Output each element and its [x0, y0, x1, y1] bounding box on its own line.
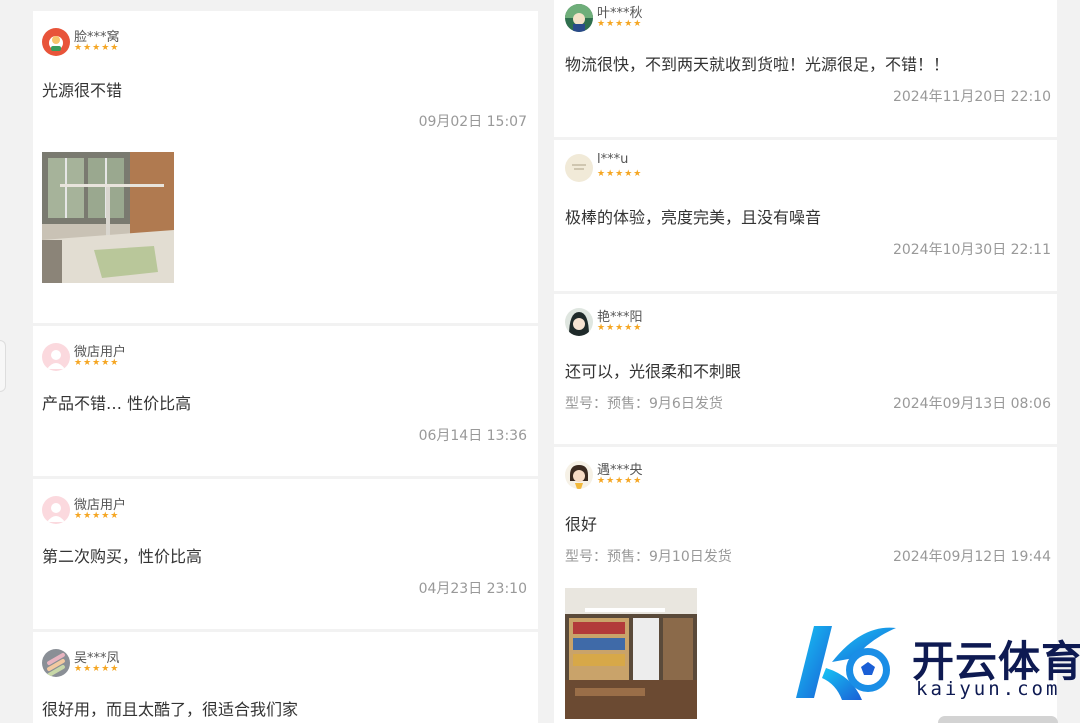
review-time: 09月02日 15:07	[418, 114, 527, 130]
review-list-left: 脸***窝 ★★★★★ 光源很不错 09月02日 15:07 微店用户 ★★★★…	[33, 0, 538, 723]
scroll-indicator	[938, 716, 1058, 723]
review-text: 极棒的体验，亮度完美，且没有噪音	[565, 208, 822, 227]
avatar	[42, 496, 70, 524]
rating-stars: ★★★★★	[597, 169, 643, 179]
avatar	[42, 649, 70, 677]
review-text: 物流很快，不到两天就收到货啦！光源很足，不错！！	[565, 55, 950, 74]
review-text: 很好	[565, 515, 598, 534]
brand-watermark: 开云体育 kaiyun.com	[792, 618, 1080, 708]
review-time: 2024年10月30日 22:11	[892, 242, 1051, 258]
review-time: 04月23日 23:10	[418, 581, 527, 597]
review-list-right: 叶***秋 ★★★★★ 物流很快，不到两天就收到货啦！光源很足，不错！！ 202…	[554, 0, 1057, 723]
review-time: 2024年09月13日 08:06	[892, 396, 1051, 412]
review-photo[interactable]	[42, 152, 174, 283]
review-spec: 型号：预售：9月10日发货	[565, 549, 732, 565]
review-card: 叶***秋 ★★★★★ 物流很快，不到两天就收到货啦！光源很足，不错！！ 202…	[554, 0, 1057, 137]
review-card: l***u ★★★★★ 极棒的体验，亮度完美，且没有噪音 2024年10月30日…	[554, 140, 1057, 291]
review-spec: 型号：预售：9月6日发货	[565, 396, 723, 412]
rating-stars: ★★★★★	[74, 664, 120, 674]
avatar	[42, 28, 70, 56]
user-name: l***u	[597, 152, 629, 167]
review-time: 06月14日 13:36	[418, 428, 527, 444]
avatar	[565, 4, 593, 32]
avatar	[565, 154, 593, 182]
review-time: 2024年09月12日 19:44	[892, 549, 1051, 565]
review-card: 微店用户 ★★★★★ 第二次购买，性价比高 04月23日 23:10	[33, 479, 538, 629]
rating-stars: ★★★★★	[74, 511, 120, 521]
avatar	[42, 343, 70, 371]
review-text: 还可以，光很柔和不刺眼	[565, 362, 742, 381]
review-card: 微店用户 ★★★★★ 产品不错… 性价比高 06月14日 13:36	[33, 326, 538, 476]
review-photo[interactable]	[565, 588, 697, 719]
avatar	[565, 461, 593, 489]
review-time: 2024年11月20日 22:10	[892, 89, 1051, 105]
review-text: 第二次购买，性价比高	[42, 547, 203, 566]
avatar	[565, 308, 593, 336]
rating-stars: ★★★★★	[74, 43, 120, 53]
review-text: 产品不错… 性价比高	[42, 394, 192, 413]
rating-stars: ★★★★★	[597, 323, 643, 333]
rating-stars: ★★★★★	[597, 19, 643, 29]
watermark-en: kaiyun.com	[916, 678, 1061, 700]
rating-stars: ★★★★★	[597, 476, 643, 486]
kaiyun-logo-icon	[796, 626, 896, 700]
review-card: 吴***凤 ★★★★★ 很好用，而且太酷了，很适合我们家	[33, 632, 538, 723]
review-text: 光源很不错	[42, 81, 123, 100]
review-card: 脸***窝 ★★★★★ 光源很不错 09月02日 15:07	[33, 11, 538, 323]
review-text: 很好用，而且太酷了，很适合我们家	[42, 700, 299, 719]
rating-stars: ★★★★★	[74, 358, 120, 368]
side-drawer-handle[interactable]	[0, 340, 6, 392]
review-card: 艳***阳 ★★★★★ 还可以，光很柔和不刺眼 型号：预售：9月6日发货 202…	[554, 294, 1057, 444]
